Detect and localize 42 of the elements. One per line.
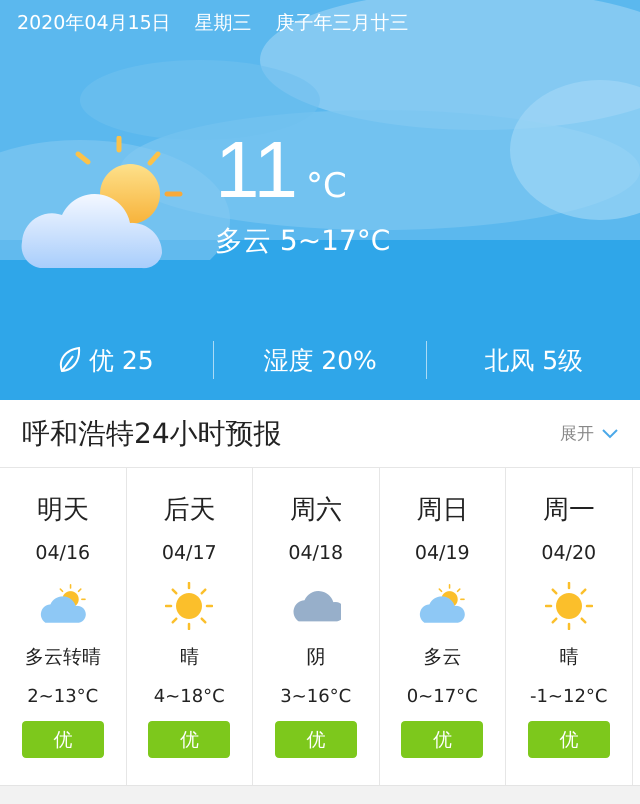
weather-condition: 多云转晴	[24, 645, 101, 670]
temperature-range: 4~18°C	[154, 686, 225, 707]
forecast-date: 04/16	[35, 542, 90, 564]
weather-stat-text: 北风 5级	[484, 344, 584, 376]
weather-condition: 晴	[180, 645, 199, 670]
temperature-range: 3~16°C	[280, 686, 352, 707]
chevron-down-icon	[602, 428, 618, 438]
forecast-date: 04/18	[288, 542, 344, 564]
weather-condition: 多云	[423, 645, 462, 670]
forecast-date: 04/17	[162, 542, 217, 564]
expand-button[interactable]: 展开	[560, 422, 618, 445]
sun-icon	[165, 582, 214, 630]
sun-icon	[544, 582, 593, 630]
day-name: 周六	[290, 494, 342, 527]
forecast-title: 呼和浩特24小时预报	[22, 416, 282, 452]
cloud-icon	[290, 588, 341, 624]
sun-behind-cloud-icon	[20, 136, 185, 271]
current-temperature: 11	[215, 130, 298, 210]
weather-condition: 晴	[559, 645, 578, 670]
leaf-icon	[58, 346, 81, 374]
air-quality-badge: 优	[401, 721, 484, 758]
air-quality-badge: 优	[274, 721, 357, 758]
lunar-date-text: 庚子年三月廿三	[276, 11, 409, 36]
forecast-date: 04/20	[541, 542, 596, 564]
day-name: 周日	[416, 494, 468, 527]
weather-condition: 阴	[306, 645, 326, 670]
temperature-unit: °C	[306, 166, 347, 206]
temperature-range: -1~12°C	[530, 686, 608, 707]
air-quality-badge: 优	[148, 721, 230, 758]
weather-stat-text: 湿度 20%	[263, 344, 377, 376]
day-name: 周一	[542, 494, 595, 527]
weather-summary: 多云 5~17°C	[215, 223, 390, 259]
air-quality-badge: 优	[22, 721, 104, 758]
weekday-text: 星期三	[194, 11, 252, 36]
temperature-range: 2~13°C	[27, 686, 98, 707]
air-quality-text: 优 25	[88, 344, 154, 376]
forecast-date: 04/19	[414, 542, 470, 564]
date-text: 2020年04月15日	[17, 11, 171, 36]
temperature-range: 0~17°C	[406, 686, 478, 707]
day-name: 后天	[163, 494, 216, 527]
air-quality-badge: 优	[528, 721, 610, 758]
day-name: 明天	[36, 494, 89, 527]
